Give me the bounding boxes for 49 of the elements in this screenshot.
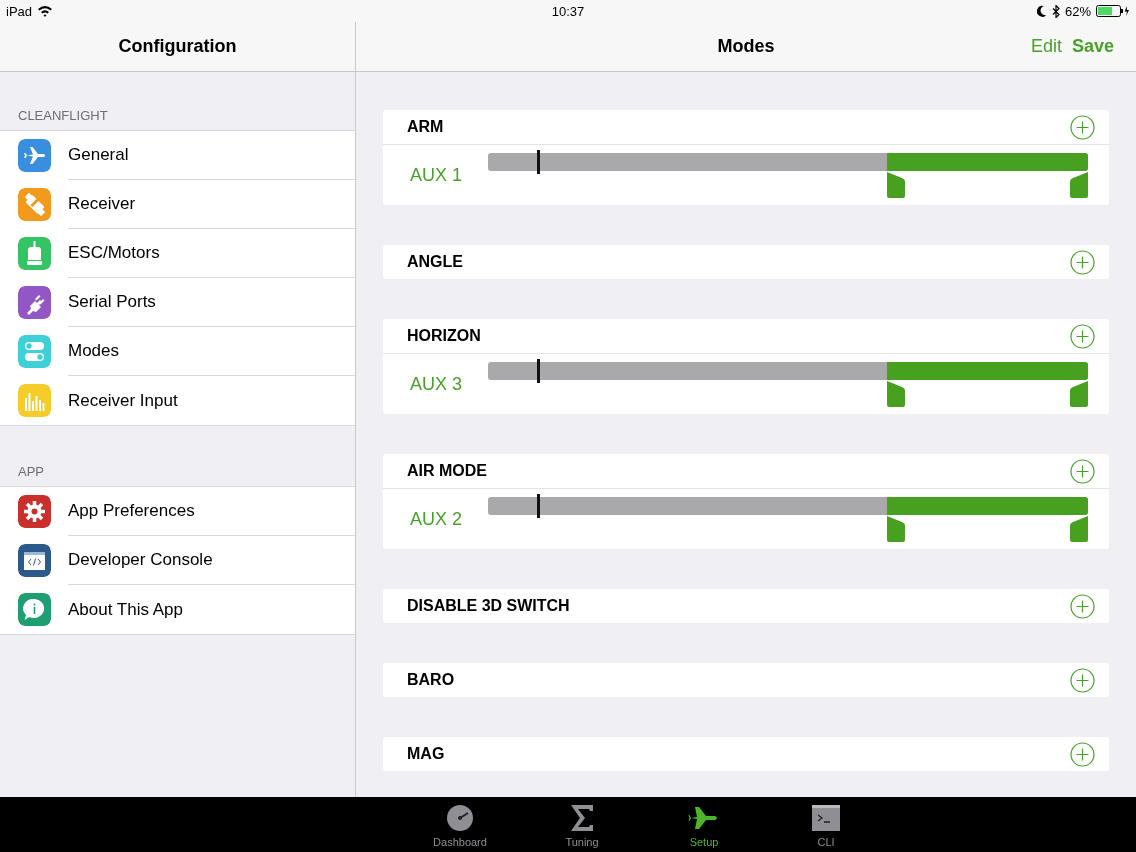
- battery-percent: 62%: [1064, 3, 1091, 19]
- mode-name: AIR MODE: [407, 462, 487, 480]
- range-handle[interactable]: [1070, 516, 1088, 542]
- add-icon[interactable]: [1070, 323, 1095, 349]
- bluetooth-icon: [1051, 4, 1060, 18]
- moon-icon: [1036, 5, 1047, 17]
- channel-label: AUX 1: [410, 164, 464, 186]
- sidebar-item[interactable]: App Preferences: [68, 501, 195, 521]
- add-icon[interactable]: [1070, 667, 1095, 693]
- channel-label: AUX 2: [410, 508, 464, 530]
- section-header: CLEANFLIGHT: [17, 107, 109, 125]
- gauge-icon: [444, 803, 476, 833]
- mode-name: ANGLE: [407, 253, 463, 271]
- sidebar-item[interactable]: Developer Console: [68, 550, 213, 570]
- sidebar-item[interactable]: About This App: [68, 599, 183, 620]
- terminal-icon: [810, 803, 842, 833]
- channel-label: AUX 3: [410, 373, 464, 395]
- device-name: iPad: [6, 3, 33, 19]
- tab-bar-item[interactable]: Setup: [643, 797, 765, 852]
- mode-name: DISABLE 3D SWITCH: [407, 597, 570, 615]
- add-icon[interactable]: [1070, 458, 1095, 484]
- sidebar-item[interactable]: ESC/Motors: [68, 243, 160, 263]
- add-icon[interactable]: [1070, 114, 1095, 140]
- battery-charging-icon: [1096, 5, 1130, 17]
- sidebar-item[interactable]: Serial Ports: [68, 292, 156, 312]
- sidebar-item[interactable]: General: [68, 145, 129, 165]
- status-time: 10:37: [551, 3, 585, 19]
- nav-title: Modes: [717, 36, 775, 57]
- range-handle[interactable]: [887, 516, 905, 542]
- add-icon[interactable]: [1070, 741, 1095, 767]
- mode-name: HORIZON: [407, 327, 481, 345]
- tab-bar-item[interactable]: Dashboard: [399, 797, 521, 852]
- sidebar-item[interactable]: Receiver Input: [68, 390, 178, 411]
- range-handle[interactable]: [887, 381, 905, 407]
- range-handle[interactable]: [1070, 381, 1088, 407]
- range-handle[interactable]: [1070, 172, 1088, 198]
- add-icon[interactable]: [1070, 593, 1095, 619]
- nav-title: Configuration: [118, 36, 237, 57]
- wifi-icon: [37, 5, 54, 17]
- sidebar-item[interactable]: Receiver: [68, 194, 136, 214]
- mode-name: ARM: [407, 118, 444, 136]
- mode-name: MAG: [407, 745, 445, 763]
- tab-bar-item[interactable]: Tuning: [521, 797, 643, 852]
- sidebar-item[interactable]: Modes: [68, 341, 120, 361]
- tab-bar-item[interactable]: CLI: [765, 797, 887, 852]
- mode-name: BARO: [407, 671, 455, 689]
- range-handle[interactable]: [887, 172, 905, 198]
- section-header: APP: [17, 463, 45, 481]
- add-icon[interactable]: [1070, 249, 1095, 275]
